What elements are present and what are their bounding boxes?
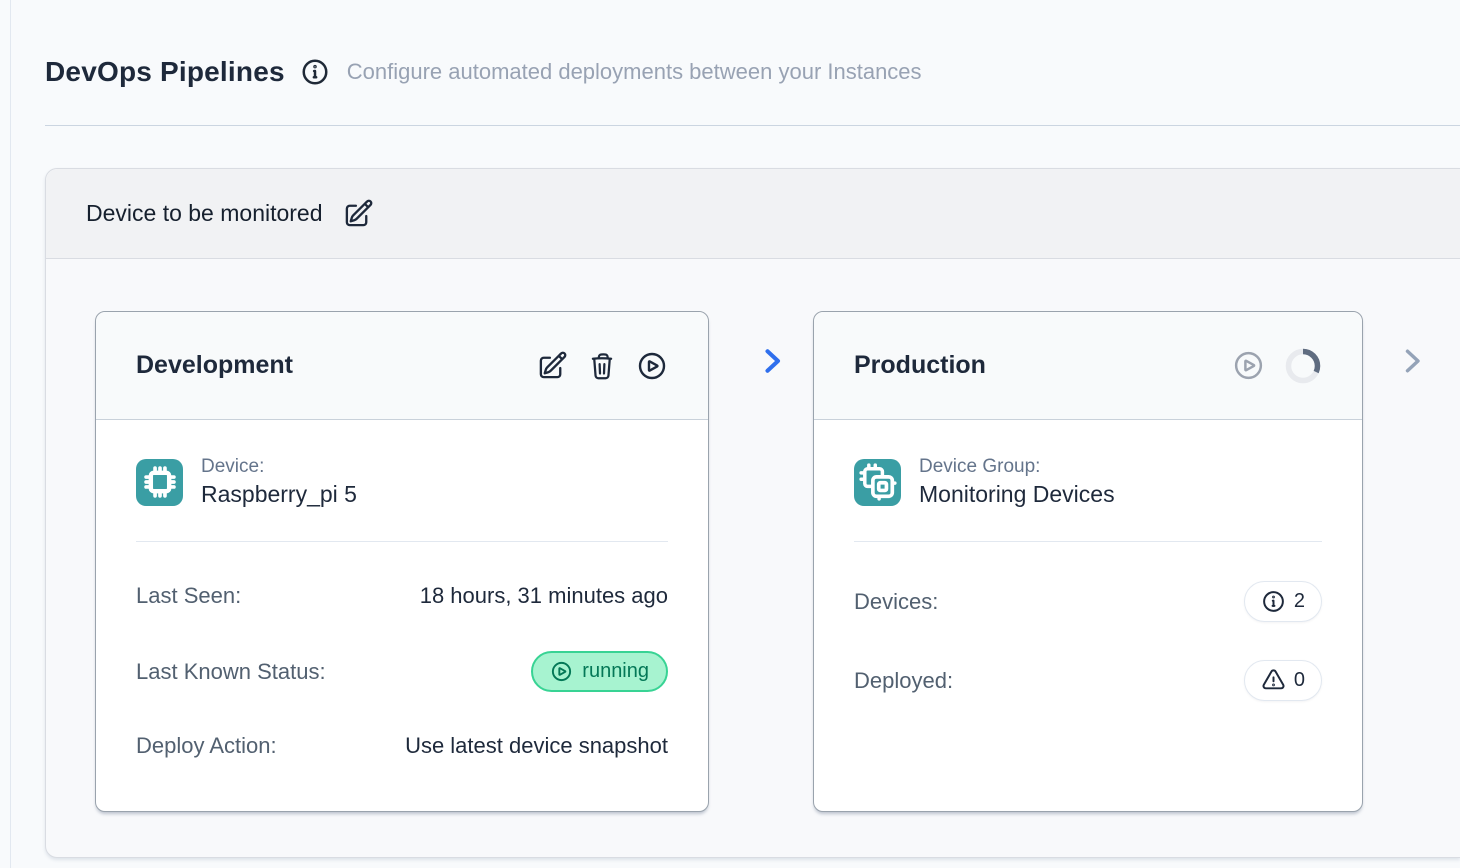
play-circle-icon xyxy=(550,660,573,683)
edit-icon[interactable] xyxy=(343,198,374,229)
devices-label: Devices: xyxy=(854,589,938,615)
card-divider xyxy=(854,541,1322,542)
last-seen-row: Last Seen: 18 hours, 31 minutes ago xyxy=(136,583,668,609)
devices-count: 2 xyxy=(1294,590,1305,613)
development-title: Development xyxy=(136,351,293,380)
deploy-action-label: Deploy Action: xyxy=(136,733,277,759)
page-title: DevOps Pipelines xyxy=(45,56,285,88)
device-group-name: Monitoring Devices xyxy=(919,481,1115,508)
cpu-chip-group-icon xyxy=(854,459,901,506)
deployed-count-badge[interactable]: 0 xyxy=(1244,660,1322,701)
pipeline-flow-chevron-icon xyxy=(754,343,790,379)
spinner xyxy=(1284,347,1322,385)
development-actions xyxy=(537,350,668,382)
play-circle-icon[interactable] xyxy=(1232,349,1265,382)
last-known-status-label: Last Known Status: xyxy=(136,659,326,685)
card-divider xyxy=(136,541,668,542)
device-label: Device: xyxy=(201,456,357,478)
page-header: DevOps Pipelines Configure automated dep… xyxy=(45,56,922,88)
device-row: Device: Raspberry_pi 5 xyxy=(136,456,668,508)
last-known-status-row: Last Known Status: running xyxy=(136,651,668,692)
edit-icon[interactable] xyxy=(537,350,568,381)
device-group-label: Device Group: xyxy=(919,456,1115,478)
deployed-row: Deployed: 0 xyxy=(854,660,1322,701)
header-divider xyxy=(45,125,1460,126)
trash-icon[interactable] xyxy=(587,351,617,381)
status-badge: running xyxy=(531,651,668,692)
development-card-body: Device: Raspberry_pi 5 Last Seen: 18 hou… xyxy=(96,420,708,759)
last-seen-value: 18 hours, 31 minutes ago xyxy=(420,583,668,609)
cpu-chip-icon xyxy=(136,459,183,506)
production-card-header: Production xyxy=(814,312,1362,420)
panel-body: Development xyxy=(46,259,1460,857)
page-left-divider xyxy=(10,0,11,868)
last-seen-label: Last Seen: xyxy=(136,583,241,609)
panel-header: Device to be monitored xyxy=(46,169,1460,259)
play-circle-icon[interactable] xyxy=(636,350,668,382)
production-card-body: Device Group: Monitoring Devices Devices… xyxy=(814,420,1362,701)
deployed-label: Deployed: xyxy=(854,668,953,694)
status-badge-label: running xyxy=(582,660,649,683)
production-card: Production xyxy=(813,311,1363,812)
next-chevron-icon[interactable] xyxy=(1394,343,1430,379)
device-info: Device: Raspberry_pi 5 xyxy=(201,456,357,508)
deploy-action-value: Use latest device snapshot xyxy=(405,733,668,759)
info-circle-icon[interactable] xyxy=(300,57,330,87)
warning-triangle-icon xyxy=(1261,668,1286,693)
panel-title: Device to be monitored xyxy=(86,200,323,227)
production-title: Production xyxy=(854,351,986,380)
device-group-row: Device Group: Monitoring Devices xyxy=(854,456,1322,508)
devices-row: Devices: 2 xyxy=(854,581,1322,622)
pipeline-panel: Device to be monitored Development xyxy=(45,168,1460,858)
devices-count-badge[interactable]: 2 xyxy=(1244,581,1322,622)
device-name: Raspberry_pi 5 xyxy=(201,481,357,508)
info-circle-icon xyxy=(1261,589,1286,614)
page-subtitle: Configure automated deployments between … xyxy=(347,59,922,85)
development-card: Development xyxy=(95,311,709,812)
deploy-action-row: Deploy Action: Use latest device snapsho… xyxy=(136,733,668,759)
production-actions xyxy=(1232,347,1322,385)
development-card-header: Development xyxy=(96,312,708,420)
deployed-count: 0 xyxy=(1294,669,1305,692)
device-group-info: Device Group: Monitoring Devices xyxy=(919,456,1115,508)
